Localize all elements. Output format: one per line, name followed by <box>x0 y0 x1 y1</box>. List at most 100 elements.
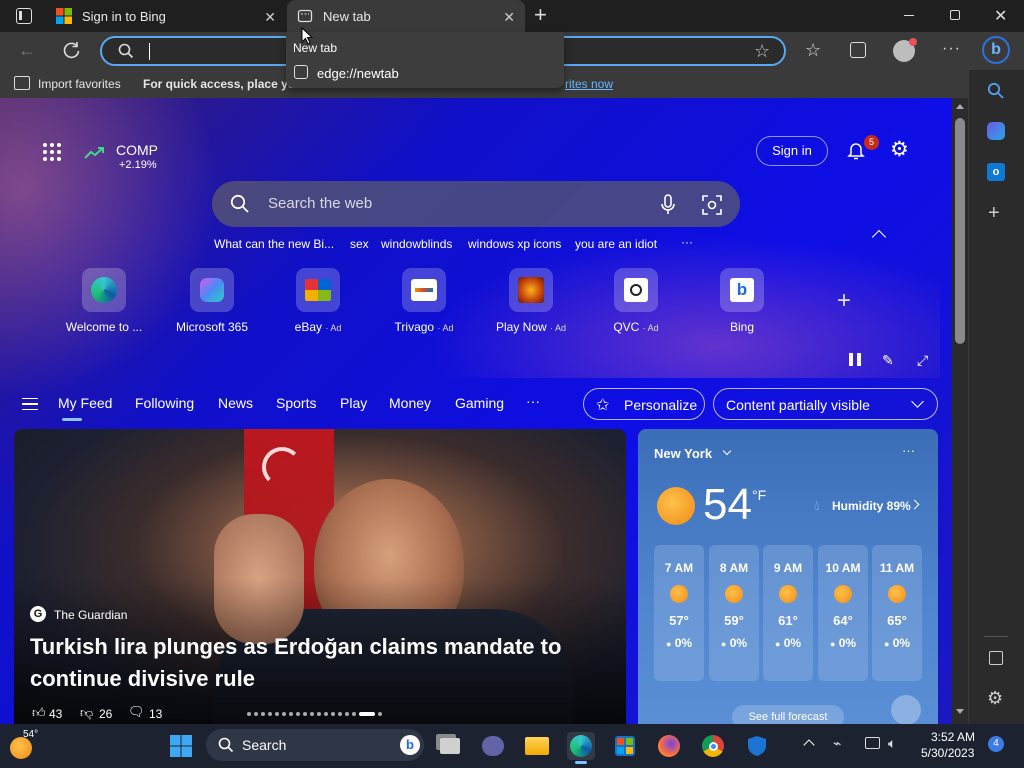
quick-link-microsoft-365[interactable]: Microsoft 365 <box>162 268 262 334</box>
network-off-icon[interactable]: ⌁ <box>833 735 841 752</box>
weather-card[interactable]: New York ··· 54 °F 💧︎ Humidity 89% 7 AM … <box>638 429 938 729</box>
restore-button[interactable] <box>950 10 960 20</box>
content-visibility-dropdown[interactable]: Content partially visible <box>713 388 938 420</box>
close-window-button[interactable]: ✕ <box>994 6 1007 26</box>
trending-more-icon[interactable]: ··· <box>681 235 693 249</box>
page-scrollbar[interactable] <box>952 98 968 724</box>
feed-more-icon[interactable]: ··· <box>526 393 540 409</box>
favorites-icon[interactable]: ☆ <box>805 40 821 61</box>
sidebar-add-icon[interactable]: + <box>988 203 1000 223</box>
notifications-bell-icon[interactable] <box>846 140 866 160</box>
sign-in-button[interactable]: Sign in <box>756 136 828 166</box>
clock-date[interactable]: 5/30/2023 <box>921 746 974 760</box>
city-chevron-down-icon[interactable] <box>722 446 732 456</box>
microsoft-store-icon[interactable] <box>611 732 639 760</box>
tab-new-tab[interactable]: New tab ✕ <box>287 0 525 32</box>
feed-menu-icon[interactable] <box>22 398 38 410</box>
trending-search[interactable]: windowblinds <box>381 237 452 251</box>
weather-widget-icon[interactable] <box>891 695 921 725</box>
trending-search[interactable]: you are an idiot <box>575 237 657 251</box>
headline-line-1[interactable]: Turkish lira plunges as Erdoğan claims m… <box>30 634 561 660</box>
dislike-icon[interactable]: 👎︎ <box>80 705 93 721</box>
fullscreen-expand-icon[interactable]: ⤢ <box>917 352 928 369</box>
quick-link-play-now[interactable]: Play Now · Ad <box>481 268 581 334</box>
stock-symbol[interactable]: COMP <box>116 142 158 158</box>
weather-more-icon[interactable]: ··· <box>902 443 915 458</box>
file-explorer-icon[interactable] <box>523 732 551 760</box>
task-view-icon[interactable] <box>436 732 464 760</box>
feed-tab-following[interactable]: Following <box>135 395 194 411</box>
comment-icon[interactable]: 🗨︎ <box>128 704 145 720</box>
quick-link-ebay[interactable]: eBay · Ad <box>268 268 368 334</box>
headline-line-2[interactable]: continue divisive rule <box>30 666 255 692</box>
quick-link-welcome[interactable]: Welcome to ... <box>54 268 154 334</box>
microphone-icon[interactable] <box>660 194 676 216</box>
pause-background-icon[interactable] <box>849 353 861 366</box>
feed-tab-gaming[interactable]: Gaming <box>455 395 504 411</box>
page-settings-gear-icon[interactable]: ⚙ <box>890 139 909 160</box>
firefox-icon[interactable] <box>655 732 683 760</box>
collections-icon[interactable] <box>850 42 866 58</box>
trending-search[interactable]: sex <box>350 237 369 251</box>
manage-favorites-link[interactable]: rites now <box>565 77 613 91</box>
apps-launcher-icon[interactable] <box>42 142 62 162</box>
hourly-forecast-item[interactable]: 11 AM 65° ● 0% <box>872 545 922 681</box>
refresh-icon[interactable] <box>62 40 82 60</box>
clock-time[interactable]: 3:52 AM <box>931 730 975 744</box>
feed-tab-my-feed[interactable]: My Feed <box>58 395 112 411</box>
hero-news-card[interactable]: G The Guardian Turkish lira plunges as E… <box>14 429 626 724</box>
new-tab-button[interactable]: + <box>534 4 547 26</box>
quick-link-bing[interactable]: b Bing <box>692 268 792 334</box>
trending-search[interactable]: windows xp icons <box>468 237 561 251</box>
notification-center-badge[interactable]: 4 <box>988 736 1004 752</box>
quick-link-trivago[interactable]: Trivago · Ad <box>374 268 474 334</box>
import-favorites-link[interactable]: Import favorites <box>38 77 121 91</box>
back-arrow-icon[interactable]: ← <box>18 40 36 61</box>
visual-search-icon[interactable] <box>702 195 722 215</box>
add-favorite-icon[interactable]: ☆ <box>754 41 770 62</box>
feed-tab-money[interactable]: Money <box>389 395 431 411</box>
volume-icon[interactable]: 🔈︎ <box>888 735 896 752</box>
close-tab-icon[interactable]: ✕ <box>503 9 515 26</box>
trending-search[interactable]: What can the new Bi... <box>214 237 334 251</box>
copilot-icon[interactable] <box>987 122 1005 140</box>
more-options-icon[interactable]: ··· <box>942 40 961 58</box>
scroll-thumb[interactable] <box>955 118 965 344</box>
feed-tab-sports[interactable]: Sports <box>276 395 316 411</box>
scroll-down-arrow[interactable] <box>956 709 964 714</box>
hide-sidebar-icon[interactable] <box>989 651 1003 665</box>
suggestion-edge-newtab[interactable]: edge://newtab <box>286 62 564 86</box>
taskbar-weather-widget[interactable]: 54° <box>10 729 40 761</box>
outlook-icon[interactable]: o <box>987 163 1005 181</box>
chrome-icon[interactable] <box>699 732 727 760</box>
hourly-forecast-item[interactable]: 9 AM 61° ● 0% <box>763 545 813 681</box>
feed-tab-news[interactable]: News <box>218 395 253 411</box>
sidebar-search-icon[interactable] <box>987 82 1005 100</box>
hourly-forecast-item[interactable]: 10 AM 64° ● 0% <box>818 545 868 681</box>
close-tab-icon[interactable]: ✕ <box>264 9 276 26</box>
start-windows-icon[interactable] <box>167 732 195 760</box>
teams-chat-icon[interactable] <box>479 732 507 760</box>
tab-sign-in-bing[interactable]: Sign in to Bing ✕ <box>46 0 286 32</box>
hourly-forecast-item[interactable]: 7 AM 57° ● 0% <box>654 545 704 681</box>
scroll-up-arrow[interactable] <box>956 104 964 109</box>
like-icon[interactable]: 👍︎ <box>32 705 46 721</box>
edit-background-icon[interactable]: ✎ <box>882 352 894 369</box>
web-search-box[interactable]: Search the web <box>212 181 740 227</box>
taskbar-search-box[interactable]: Search b <box>206 729 424 761</box>
sidebar-settings-icon[interactable]: ⚙ <box>987 688 1003 709</box>
bing-chat-icon[interactable]: b <box>982 36 1010 64</box>
carousel-dots[interactable] <box>247 712 397 716</box>
hourly-forecast-item[interactable]: 8 AM 59° ● 0% <box>709 545 759 681</box>
tab-actions-icon[interactable] <box>16 8 32 24</box>
quick-link-qvc[interactable]: QVC · Ad <box>586 268 686 334</box>
profile-avatar[interactable] <box>893 38 917 62</box>
personalize-button[interactable]: ✩ Personalize <box>583 388 705 420</box>
windows-security-icon[interactable] <box>743 732 771 760</box>
add-quick-link-icon[interactable]: + <box>837 289 851 313</box>
weather-city[interactable]: New York <box>654 446 712 461</box>
edge-taskbar-icon[interactable] <box>567 732 595 760</box>
feed-tab-play[interactable]: Play <box>340 395 367 411</box>
humidity-label[interactable]: Humidity 89% <box>832 499 911 513</box>
minimize-button[interactable] <box>904 15 914 16</box>
